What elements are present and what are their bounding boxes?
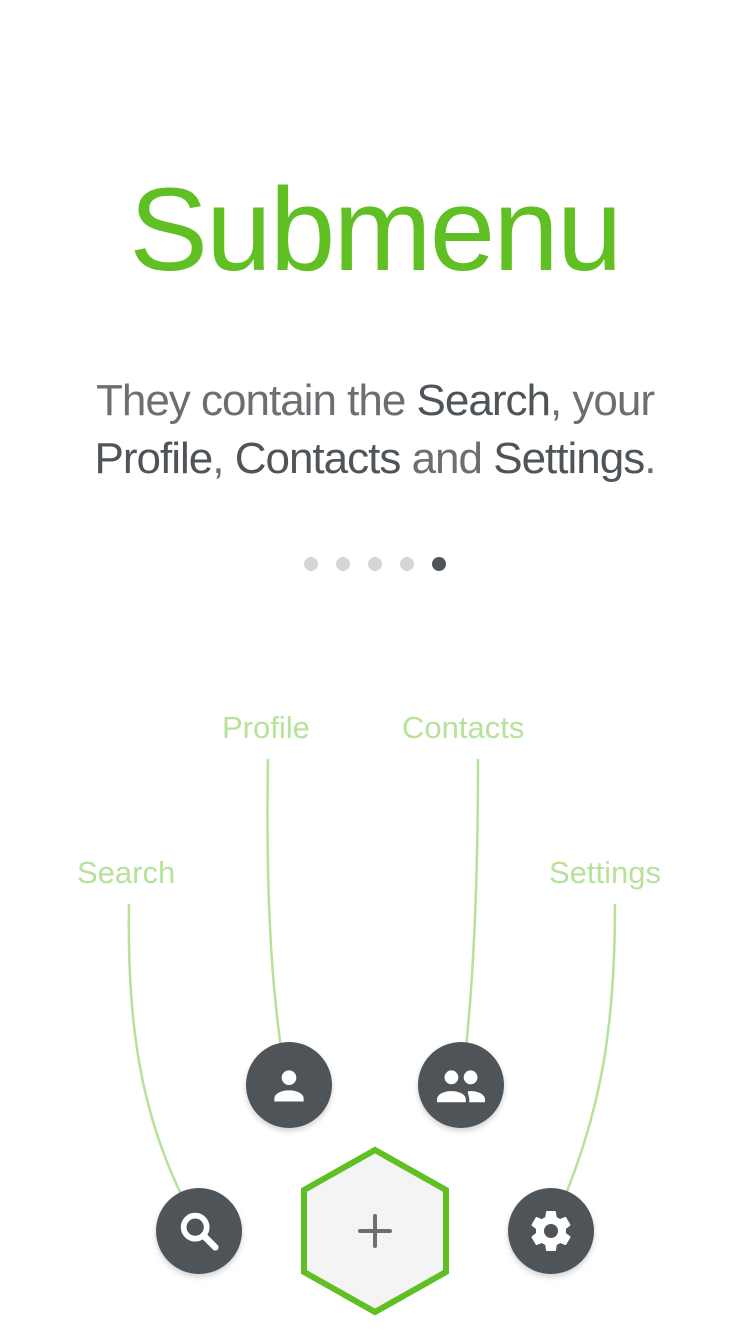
callout-lines: [127, 758, 617, 1197]
contacts-callout-label: Contacts: [402, 710, 525, 745]
person-icon: [274, 1070, 304, 1102]
gear-icon: [531, 1211, 571, 1252]
settings-callout-label: Settings: [549, 855, 662, 890]
people-icon: [437, 1070, 485, 1103]
search-callout-label: Search: [77, 855, 176, 890]
search-callout-line: [127, 903, 184, 1197]
search-button[interactable]: [156, 1188, 242, 1274]
settings-callout-line: [563, 903, 617, 1197]
profile-callout-label: Profile: [222, 710, 310, 745]
search-icon: [180, 1212, 219, 1251]
hexagon-shape: [301, 1146, 449, 1316]
add-hex-button[interactable]: [300, 1146, 450, 1316]
contacts-button[interactable]: [418, 1042, 504, 1128]
contacts-callout-line: [464, 758, 480, 1049]
settings-button[interactable]: [508, 1188, 594, 1274]
profile-button[interactable]: [246, 1042, 332, 1128]
profile-callout-line: [266, 758, 283, 1049]
